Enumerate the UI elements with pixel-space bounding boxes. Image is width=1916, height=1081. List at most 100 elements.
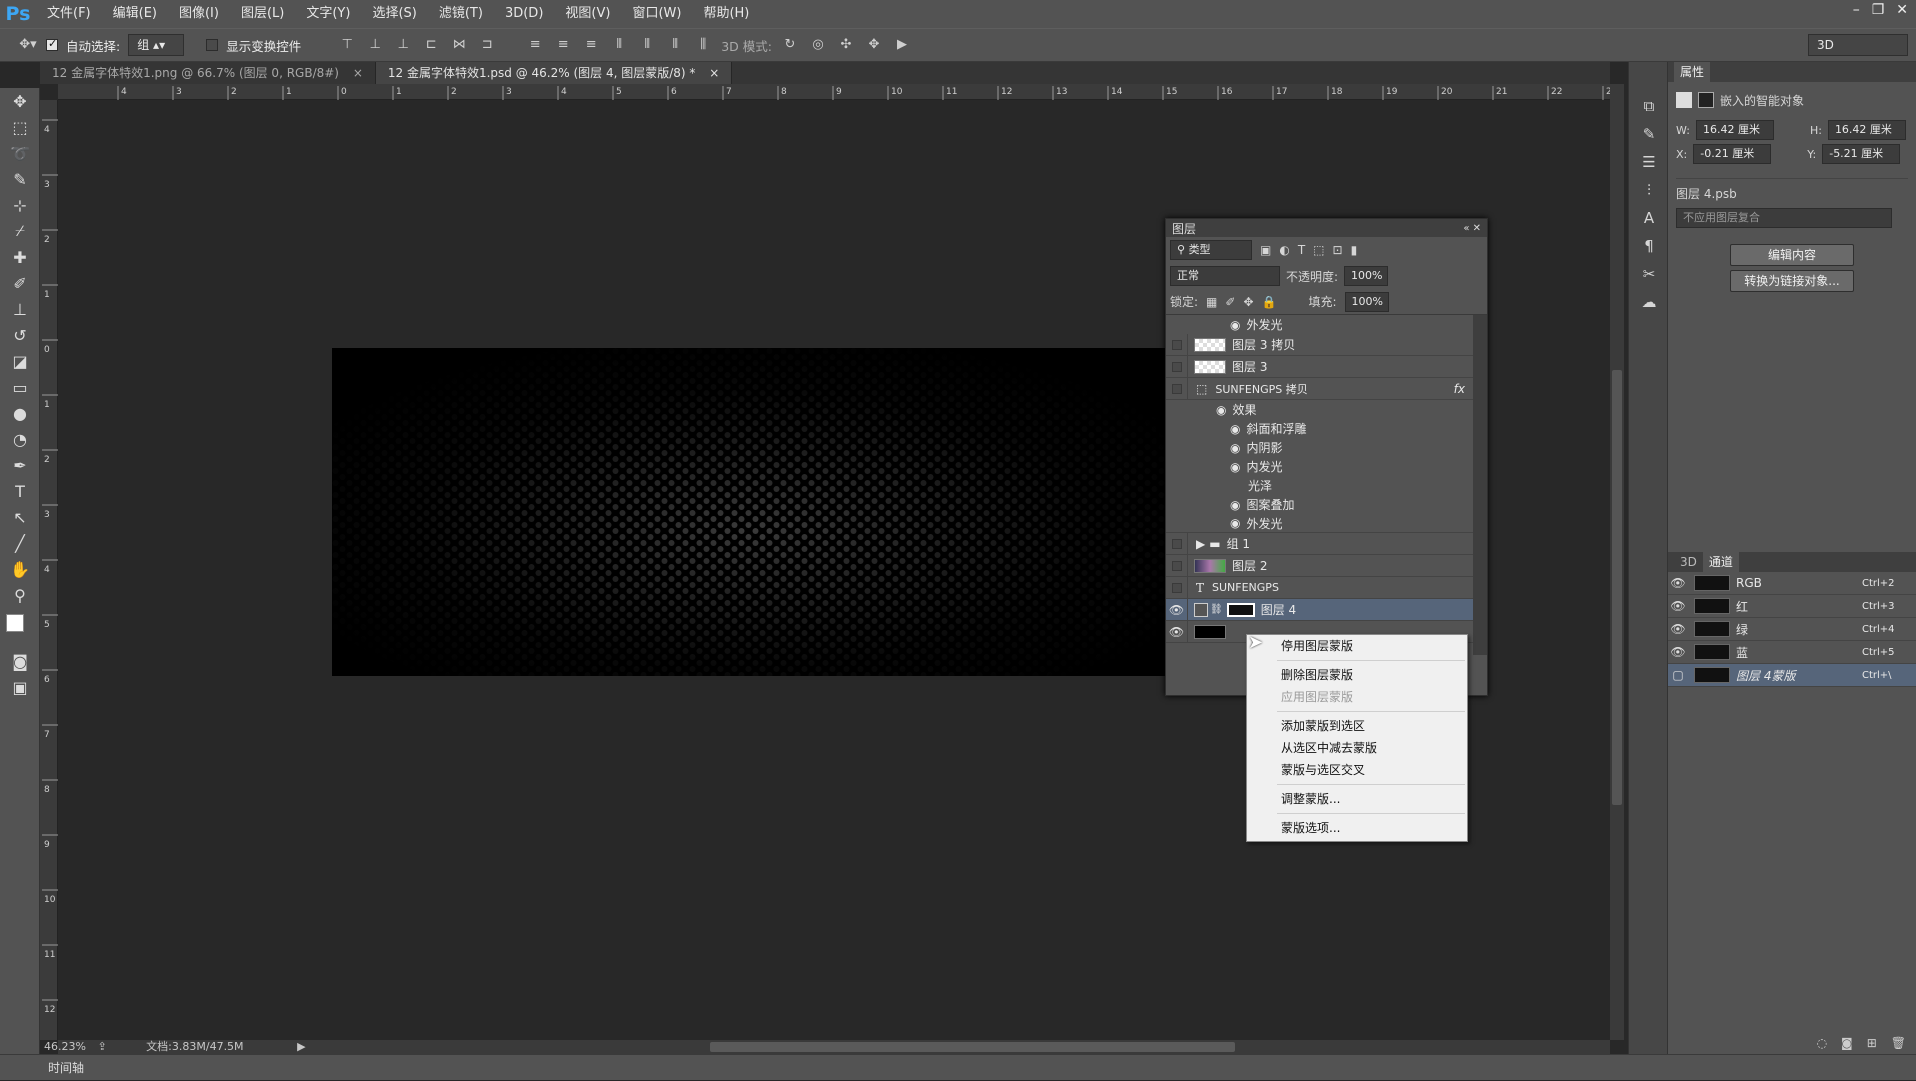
restore-button[interactable]: ❐ <box>1872 2 1885 18</box>
history-brush-icon[interactable]: ↺ <box>0 322 40 348</box>
layer-mask-thumbnail[interactable] <box>1226 602 1255 617</box>
document-canvas[interactable] <box>332 348 1168 676</box>
visibility-eye-icon[interactable]: 👁 <box>1668 599 1688 613</box>
quick-mask-icon[interactable]: ◙ <box>0 648 40 674</box>
menu-help[interactable]: 帮助(H) <box>692 0 760 28</box>
tab-3d[interactable]: 3D <box>1674 552 1703 572</box>
3d-pan-icon[interactable]: ✣ <box>836 35 856 55</box>
distribute-hcenter-icon[interactable]: ⫴ <box>637 35 657 55</box>
3d-slide-icon[interactable]: ✥ <box>864 35 884 55</box>
menu-edit[interactable]: 编辑(E) <box>102 0 168 28</box>
fx-badge[interactable]: fx <box>1454 382 1465 396</box>
visibility-box[interactable] <box>1166 532 1188 555</box>
visibility-eye-icon[interactable]: 👁 <box>1166 598 1188 621</box>
align-vcenter-icon[interactable]: ⊥ <box>365 35 385 55</box>
lasso-tool-icon[interactable]: ➰ <box>0 140 40 166</box>
filter-adjustment-icon[interactable]: ◐ <box>1279 243 1289 257</box>
menu-image[interactable]: 图像(I) <box>168 0 230 28</box>
3d-roll-icon[interactable]: ◎ <box>808 35 828 55</box>
effect-eye-icon[interactable]: ◉ <box>1230 422 1240 436</box>
align-top-icon[interactable]: ⊤ <box>337 35 357 55</box>
effect-row[interactable]: 光泽 <box>1166 476 1473 495</box>
visibility-box[interactable] <box>1166 554 1188 577</box>
layer-row[interactable]: 图层 2 <box>1166 554 1473 577</box>
effects-row[interactable]: ◉ 效果 <box>1166 400 1473 419</box>
filter-pixel-icon[interactable]: ▣ <box>1260 243 1271 257</box>
history-panel-icon[interactable]: ⧉ <box>1629 92 1669 120</box>
lock-paint-icon[interactable]: ✐ <box>1225 295 1235 309</box>
effect-eye-icon[interactable]: ◉ <box>1230 516 1240 530</box>
pen-tool-icon[interactable]: ✒ <box>0 452 40 478</box>
vertical-scroll-thumb[interactable] <box>1612 370 1622 805</box>
adjustments-panel-icon[interactable]: ☰ <box>1629 148 1669 176</box>
channel-row-green[interactable]: 👁 绿 Ctrl+4 <box>1668 618 1916 641</box>
distribute-bottom-icon[interactable]: ≡ <box>581 35 601 55</box>
minimize-button[interactable]: – <box>1853 2 1860 18</box>
blur-tool-icon[interactable]: ● <box>0 400 40 426</box>
zoom-tool-icon[interactable]: ⚲ <box>0 582 40 608</box>
gradient-tool-icon[interactable]: ▭ <box>0 374 40 400</box>
menu-type[interactable]: 文字(Y) <box>295 0 361 28</box>
new-channel-icon[interactable]: ⊞ <box>1867 1036 1877 1050</box>
visibility-box[interactable] <box>1166 377 1188 400</box>
align-hcenter-icon[interactable]: ⋈ <box>449 35 469 55</box>
distribute-right-icon[interactable]: ⫴ <box>665 35 685 55</box>
expand-arrow-icon[interactable]: ▶ <box>1196 537 1205 551</box>
channel-row-red[interactable]: 👁 红 Ctrl+3 <box>1668 595 1916 618</box>
healing-brush-icon[interactable]: ✚ <box>0 244 40 270</box>
zoom-level[interactable]: 46.23% <box>44 1040 86 1053</box>
menu-add-mask-to-selection[interactable]: 添加蒙版到选区 <box>1247 715 1467 737</box>
character-panel-icon[interactable]: A <box>1629 204 1669 232</box>
effect-eye-icon[interactable]: ◉ <box>1230 460 1240 474</box>
distribute-left-icon[interactable]: ⫴ <box>609 35 629 55</box>
brush-tool-icon[interactable]: ✐ <box>0 270 40 296</box>
quick-select-tool-icon[interactable]: ✎ <box>0 166 40 192</box>
layers-scrollbar[interactable] <box>1475 315 1485 655</box>
effect-eye-icon[interactable]: ◉ <box>1230 498 1240 512</box>
visibility-eye-icon[interactable]: 👁 <box>1668 576 1688 590</box>
edit-contents-button[interactable]: 编辑内容 <box>1730 244 1854 266</box>
effect-eye-icon[interactable]: ◉ <box>1216 403 1226 417</box>
libraries-icon[interactable]: ☁ <box>1629 288 1669 316</box>
share-icon[interactable]: ⇪ <box>97 1040 106 1053</box>
fill-field[interactable]: 100% <box>1344 291 1389 312</box>
menu-intersect-mask[interactable]: 蒙版与选区交叉 <box>1247 759 1467 781</box>
auto-select-checkbox[interactable]: ✓ <box>46 37 58 51</box>
menu-filter[interactable]: 滤镜(T) <box>428 0 494 28</box>
close-tab-icon[interactable]: × <box>709 66 719 80</box>
filter-toggle-icon[interactable]: ▮ <box>1351 243 1358 257</box>
visibility-box[interactable] <box>1166 355 1188 378</box>
eyedropper-tool-icon[interactable]: ⌿ <box>0 218 40 244</box>
auto-align-icon[interactable]: ⫼ <box>693 35 713 55</box>
distribute-top-icon[interactable]: ≡ <box>525 35 545 55</box>
layer-comp-dropdown[interactable]: 不应用图层复合 <box>1676 208 1892 228</box>
workspace-dropdown[interactable]: 3D <box>1808 34 1908 56</box>
menu-layer[interactable]: 图层(L) <box>230 0 295 28</box>
text-layer-row[interactable]: T SUNFENGPS <box>1166 576 1473 599</box>
x-field[interactable]: -0.21 厘米 <box>1693 144 1772 164</box>
horizontal-scroll-thumb[interactable] <box>710 1042 1235 1052</box>
path-select-icon[interactable]: ↖ <box>0 504 40 530</box>
channel-row-blue[interactable]: 👁 蓝 Ctrl+5 <box>1668 641 1916 664</box>
y-field[interactable]: -5.21 厘米 <box>1822 144 1901 164</box>
menu-view[interactable]: 视图(V) <box>554 0 621 28</box>
menu-3d[interactable]: 3D(D) <box>494 0 554 28</box>
visibility-box[interactable] <box>1166 333 1188 356</box>
paragraph-panel-icon[interactable]: ¶ <box>1629 232 1669 260</box>
opacity-field[interactable]: 100% <box>1344 266 1389 286</box>
layer-row[interactable]: ⬚ SUNFENGPS 拷贝 fx <box>1166 377 1473 400</box>
lock-all-icon[interactable]: 🔒 <box>1262 295 1277 309</box>
menu-subtract-mask[interactable]: 从选区中减去蒙版 <box>1247 737 1467 759</box>
visibility-eye-icon[interactable]: 👁 <box>1668 645 1688 659</box>
effect-row[interactable]: ◉ 外发光 <box>1166 315 1473 334</box>
blend-mode-dropdown[interactable]: 正常 <box>1170 266 1280 286</box>
timeline-panel-bar[interactable]: 时间轴 <box>0 1054 1916 1080</box>
stamp-tool-icon[interactable]: ⊥ <box>0 296 40 322</box>
line-tool-icon[interactable]: ╱ <box>0 530 40 556</box>
filter-shape-icon[interactable]: ⬚ <box>1313 243 1324 257</box>
align-left-icon[interactable]: ⊏ <box>421 35 441 55</box>
doc-tab-psd[interactable]: 12 金属字体特效1.psd @ 46.2% (图层 4, 图层蒙版/8) * … <box>375 62 733 84</box>
menu-delete-mask[interactable]: 删除图层蒙版 <box>1247 664 1467 686</box>
visibility-eye-icon[interactable]: 👁 <box>1668 622 1688 636</box>
color-swatches[interactable] <box>0 608 40 648</box>
